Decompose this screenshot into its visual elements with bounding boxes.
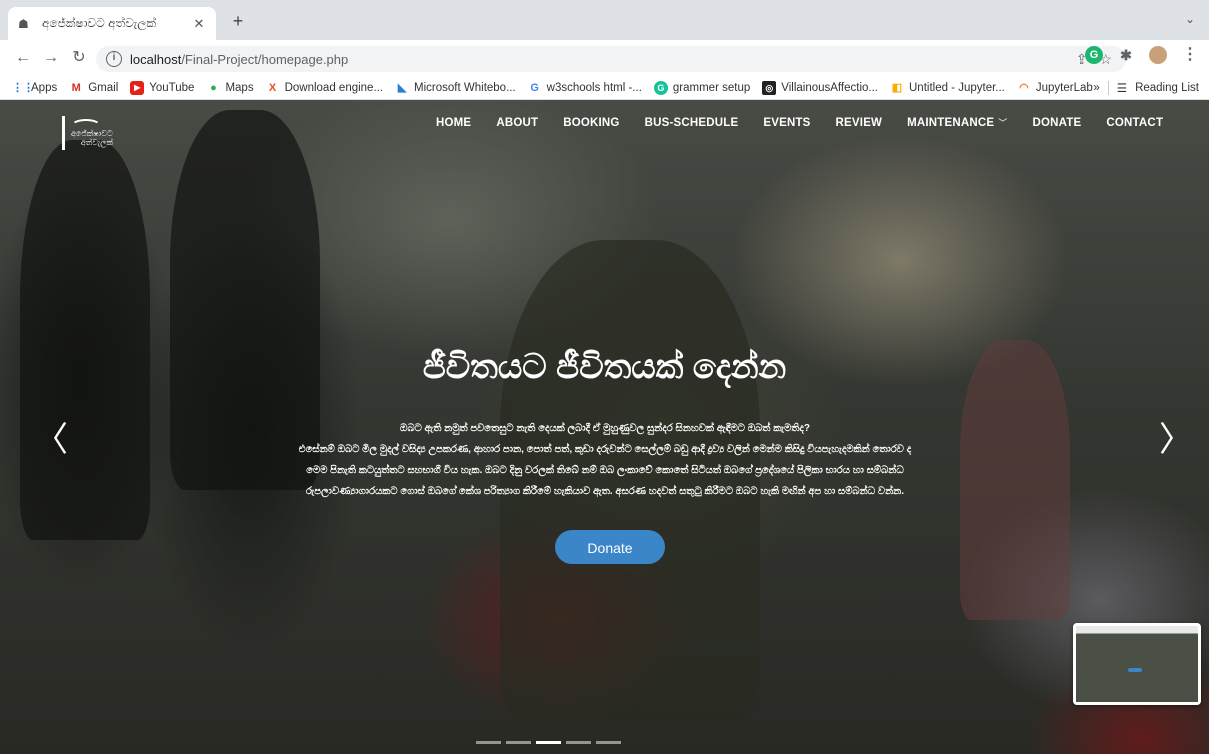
nav-about[interactable]: ABOUT [496, 116, 538, 129]
bookmark-maps[interactable]: ● Maps [206, 81, 253, 95]
replit-icon: ◎ [762, 80, 777, 95]
new-tab-icon[interactable]: + [226, 10, 250, 34]
grammarly-icon: G [653, 80, 668, 95]
bookmark-grammer[interactable]: Ggrammer setup [653, 80, 751, 95]
carousel-indicator[interactable] [566, 741, 591, 744]
bookmark-label: Download engine... [284, 81, 384, 94]
nav-bus-schedule[interactable]: BUS-SCHEDULE [645, 116, 739, 129]
bookmarks-separator [1107, 81, 1109, 95]
carousel-indicator[interactable] [596, 741, 621, 744]
nav-review[interactable]: REVIEW [836, 116, 883, 129]
main-navigation: HOME ABOUT BOOKING BUS-SCHEDULE EVENTS R… [436, 116, 1188, 129]
bookmark-label: Untitled - Jupyter... [909, 81, 1005, 94]
bookmark-label: VillainousAffectio... [781, 81, 878, 94]
bookmark-label: Apps [31, 81, 58, 94]
nav-home[interactable]: HOME [436, 116, 471, 129]
hero-description-line: රුපලාවණ්‍යාගාරයකට ගොස් ඔබගේ කේශ පරිත්‍යා… [305, 486, 905, 497]
carousel-prev-icon[interactable]: 〈 [34, 412, 68, 461]
hero-description-line: එසේනම් ඔබට මිල මුදල් වසිද්‍ය උපකරණ, ආහාර… [298, 444, 912, 455]
whiteboard-icon: ◣ [397, 81, 407, 94]
bookmark-w3schools[interactable]: Gw3schools html -... [528, 81, 642, 95]
url-path: /Final-Project/homepage.php [181, 51, 349, 67]
bookmark-gmail[interactable]: M Gmail [69, 81, 119, 95]
site-favicon-icon: ☗ [18, 16, 29, 31]
extensions-puzzle-icon[interactable]: ✱ [1117, 46, 1135, 64]
hero-carousel: අජේක්ෂාවට අත්වැලක් HOME ABOUT BOOKING BU… [0, 100, 1209, 754]
apps-grid-icon: ⋮⋮ [12, 81, 34, 94]
bookmark-jupyterlab[interactable]: ◠ JupyterLab [1017, 81, 1093, 95]
donate-button[interactable]: Donate [555, 530, 665, 564]
tab-title: අජේක්ෂාවට අත්වැලක් [42, 16, 157, 30]
reading-list-icon: ☰ [1116, 83, 1128, 95]
browser-tab-bar: ☗ අජේක්ෂාවට අත්වැලක් ✕ + ⌄ [0, 0, 1209, 40]
bookmark-label: JupyterLab [1035, 81, 1093, 94]
bookmark-label: grammer setup [672, 81, 751, 94]
bookmarks-bar: ⋮⋮ Apps M Gmail ▶ YouTube ● Maps X Download e… [0, 76, 1209, 100]
bookmark-youtube[interactable]: ▶ YouTube [130, 80, 195, 95]
logo-text-line1: අජේක්ෂාවට [71, 129, 113, 138]
close-tab-icon[interactable]: ✕ [192, 16, 206, 32]
youtube-icon: ▶ [130, 80, 145, 95]
back-icon[interactable]: ← [12, 47, 34, 69]
bookmark-label: YouTube [149, 81, 195, 94]
google-icon: G [530, 81, 539, 94]
thumbnail-image [1076, 626, 1198, 702]
grammarly-extension-icon[interactable]: G [1085, 46, 1103, 64]
x-icon: X [268, 81, 277, 94]
bookmark-download-engine[interactable]: X Download engine... [266, 81, 383, 95]
browser-toolbar: ← → ↻ i localhost/Final-Project/homepage… [0, 40, 1209, 76]
logo-divider [62, 116, 65, 150]
nav-contact[interactable]: CONTACT [1106, 116, 1163, 129]
carousel-indicators [476, 741, 621, 744]
maps-icon: ● [210, 81, 217, 94]
nav-maintenance[interactable]: MAINTENANCE ﹀ [907, 116, 1007, 129]
hero-background-figure [20, 140, 150, 540]
gmail-icon: M [71, 81, 81, 94]
colab-icon: ◧ [891, 81, 903, 94]
carousel-next-icon[interactable]: 〉 [1159, 412, 1193, 461]
nav-maintenance-label: MAINTENANCE [907, 116, 995, 129]
address-bar[interactable]: i localhost/Final-Project/homepage.php ⇪… [96, 46, 1126, 72]
hero-description: ඔබට ඇති නමුත් පවතෙසුට නැති දෙයක් ලබාදී ඒ… [270, 418, 940, 502]
bookmark-label: Gmail [88, 81, 119, 94]
tab-search-chevron-icon[interactable]: ⌄ [1185, 12, 1195, 26]
carousel-indicator[interactable] [476, 741, 501, 744]
bookmark-villainous[interactable]: ◎ VillainousAffectio... [762, 80, 878, 95]
hero-description-line: මෙම පිනැති කටයුත්තට සහභාගී විය හැක. ඔබට … [306, 465, 904, 476]
bookmark-label: w3schools html -... [546, 81, 642, 94]
nav-booking[interactable]: BOOKING [563, 116, 619, 129]
bookmark-whiteboard[interactable]: ◣ Microsoft Whitebo... [395, 81, 516, 95]
chevron-down-icon: ﹀ [998, 118, 1008, 128]
reading-list-button[interactable]: Reading List [1135, 82, 1199, 94]
extension-area: G ✱ ⋮ [1085, 46, 1199, 64]
carousel-indicator-active[interactable] [536, 741, 561, 744]
profile-avatar[interactable] [1149, 46, 1167, 64]
site-info-icon[interactable]: i [106, 51, 122, 67]
logo-text-line2: අත්වැලක් [80, 138, 113, 147]
hero-title: ජීවිතයට ජීවිතයක් දෙන්න [422, 348, 787, 386]
browser-menu-icon[interactable]: ⋮ [1181, 46, 1199, 64]
screenshot-preview-thumbnail[interactable] [1073, 623, 1201, 705]
browser-tab[interactable]: ☗ අජේක්ෂාවට අත්වැලක් ✕ [8, 7, 216, 40]
nav-donate[interactable]: DONATE [1033, 116, 1082, 129]
jupyter-icon: ◠ [1019, 81, 1029, 94]
bookmark-jupyter-untitled[interactable]: ◧ Untitled - Jupyter... [890, 81, 1005, 95]
bookmark-apps[interactable]: ⋮⋮ Apps [12, 81, 57, 95]
bookmark-label: Maps [225, 81, 254, 94]
site-logo[interactable]: අජේක්ෂාවට අත්වැලක් [62, 116, 142, 150]
forward-icon[interactable]: → [40, 47, 62, 69]
nav-events[interactable]: EVENTS [763, 116, 810, 129]
carousel-indicator[interactable] [506, 741, 531, 744]
more-bookmarks-icon[interactable]: » [1093, 82, 1099, 94]
url-host: localhost [130, 51, 182, 67]
bookmark-label: Microsoft Whitebo... [414, 81, 516, 94]
reload-icon[interactable]: ↻ [68, 47, 90, 69]
hero-description-line: ඔබට ඇති නමුත් පවතෙසුට නැති දෙයක් ලබාදී ඒ… [400, 423, 810, 434]
